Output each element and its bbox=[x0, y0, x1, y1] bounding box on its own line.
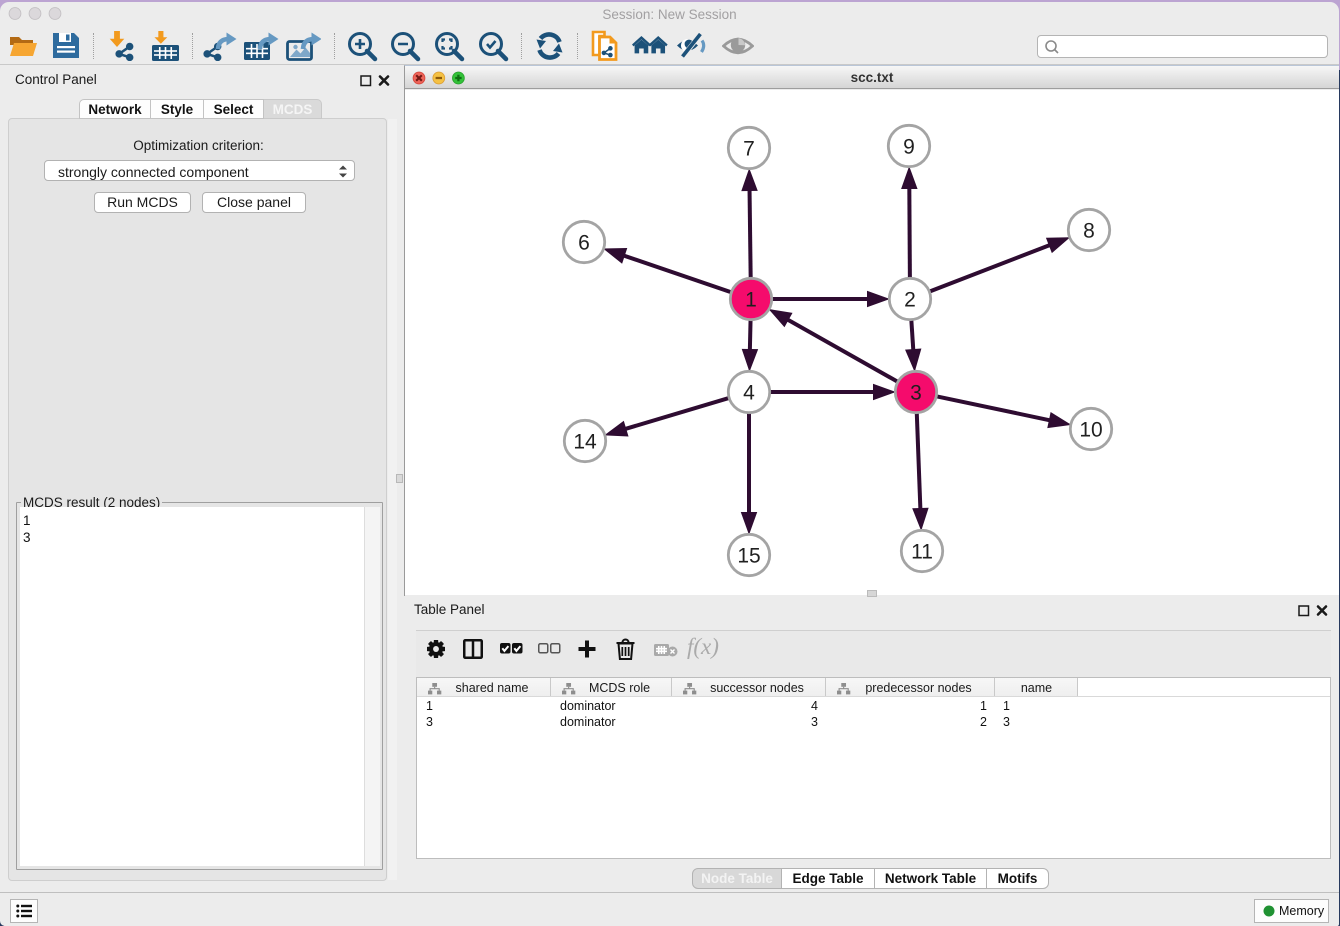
svg-text:9: 9 bbox=[903, 136, 915, 159]
svg-text:11: 11 bbox=[911, 541, 933, 564]
svg-text:7: 7 bbox=[743, 138, 755, 161]
svg-text:3: 3 bbox=[910, 382, 922, 405]
svg-text:15: 15 bbox=[737, 545, 760, 568]
svg-text:8: 8 bbox=[1083, 220, 1095, 243]
svg-text:6: 6 bbox=[578, 232, 590, 255]
svg-text:2: 2 bbox=[904, 289, 916, 312]
svg-text:10: 10 bbox=[1079, 419, 1102, 442]
svg-text:4: 4 bbox=[743, 382, 755, 405]
svg-text:1: 1 bbox=[745, 289, 757, 312]
svg-text:14: 14 bbox=[573, 431, 597, 454]
